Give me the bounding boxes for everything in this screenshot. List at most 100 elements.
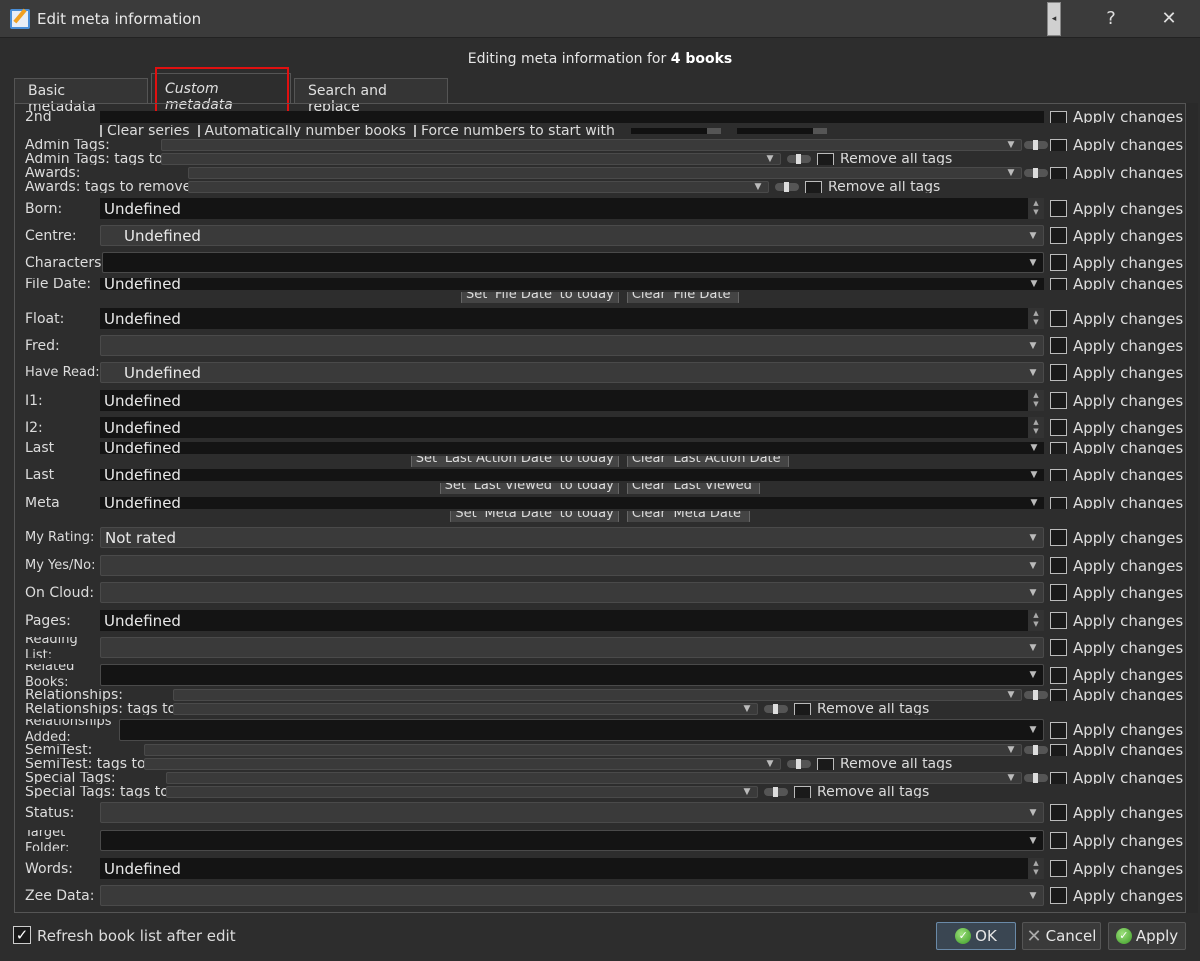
combo-box[interactable]: ▼: [100, 555, 1044, 576]
set-today-button[interactable]: Set 'File Date' to today: [460, 292, 619, 303]
chevron-down-icon[interactable]: ▼: [1001, 690, 1021, 700]
chevron-down-icon[interactable]: ▼: [1024, 278, 1044, 290]
chevron-down-icon[interactable]: ▼: [1023, 803, 1043, 822]
date-field[interactable]: Undefined ▼: [100, 442, 1044, 454]
toggle-icon[interactable]: [1024, 168, 1048, 178]
apply-changes[interactable]: Apply changes: [1050, 252, 1183, 273]
apply-changes[interactable]: Apply changes: [1050, 772, 1183, 784]
apply-changes[interactable]: Apply changes: [1050, 362, 1183, 383]
apply-changes[interactable]: Apply changes: [1050, 555, 1183, 576]
apply-changes-checkbox[interactable]: [1050, 364, 1067, 381]
remove-all-tags-checkbox[interactable]: [794, 786, 811, 798]
spin-box[interactable]: Undefined ▲ ▼: [100, 390, 1044, 411]
combo-box[interactable]: ▼: [188, 167, 1022, 179]
apply-changes[interactable]: Apply changes: [1050, 885, 1183, 906]
apply-changes[interactable]: Apply changes: [1050, 308, 1183, 329]
chevron-down-icon[interactable]: ▼: [1001, 745, 1021, 755]
increment-spin[interactable]: [736, 128, 827, 134]
chevron-down-icon[interactable]: ▼: [1001, 168, 1021, 178]
chevron-down-icon[interactable]: ▼: [1023, 336, 1043, 355]
combo-box[interactable]: ▼: [188, 181, 769, 193]
combo-box[interactable]: Not rated ▼: [100, 527, 1044, 548]
toggle-icon[interactable]: [775, 182, 799, 192]
chevron-down-icon[interactable]: ▼: [1023, 720, 1043, 740]
apply-changes[interactable]: Apply changes: [1050, 111, 1183, 123]
series-option[interactable]: Clear series: [100, 125, 190, 137]
chevron-down-icon[interactable]: ▼: [1023, 226, 1043, 245]
chevron-down-icon[interactable]: ▼: [1001, 773, 1021, 783]
apply-changes[interactable]: Apply changes: [1050, 689, 1183, 701]
toggle-icon[interactable]: [787, 759, 811, 769]
chevron-down-icon[interactable]: ▼: [760, 759, 780, 769]
apply-changes[interactable]: Apply changes: [1050, 390, 1183, 411]
chevron-down-icon[interactable]: ▼: [1023, 831, 1043, 850]
spin-arrows-icon[interactable]: ▲ ▼: [1028, 308, 1044, 329]
apply-changes-checkbox[interactable]: [1050, 419, 1067, 436]
apply-changes[interactable]: Apply changes: [1050, 637, 1183, 658]
remove-all-tags-checkbox[interactable]: [817, 153, 834, 165]
toggle-icon[interactable]: [1024, 745, 1048, 755]
chevron-down-icon[interactable]: ▼: [737, 704, 757, 714]
text-input[interactable]: ▼: [102, 252, 1044, 273]
combo-box[interactable]: ▼: [161, 139, 1022, 151]
series-checkbox[interactable]: [100, 125, 102, 137]
apply-changes[interactable]: Apply changes: [1050, 278, 1183, 290]
apply-changes-checkbox[interactable]: [1050, 832, 1067, 849]
spin-box[interactable]: Undefined ▲ ▼: [100, 610, 1044, 631]
tab-custom-metadata[interactable]: Custom metadata: [151, 73, 291, 113]
clear-date-button[interactable]: Clear 'Last Action Date': [626, 456, 790, 467]
combo-box[interactable]: ▼: [166, 772, 1022, 784]
apply-changes-checkbox[interactable]: [1050, 721, 1067, 739]
apply-changes-checkbox[interactable]: [1050, 744, 1067, 756]
apply-changes[interactable]: Apply changes: [1050, 527, 1183, 548]
apply-changes[interactable]: Apply changes: [1050, 167, 1183, 179]
remove-all-tags-checkbox[interactable]: [805, 181, 822, 193]
toggle-icon[interactable]: [787, 154, 811, 164]
apply-changes-checkbox[interactable]: [1050, 139, 1067, 151]
chevron-down-icon[interactable]: ▼: [1023, 528, 1043, 547]
chevron-down-icon[interactable]: ▼: [1023, 665, 1043, 685]
date-field[interactable]: Undefined ▼: [100, 278, 1044, 290]
apply-changes[interactable]: Apply changes: [1050, 442, 1183, 454]
set-today-button[interactable]: Set 'Meta Date' to today: [450, 511, 619, 522]
apply-changes-checkbox[interactable]: [1050, 860, 1067, 877]
chevron-down-icon[interactable]: ▼: [1023, 583, 1043, 602]
apply-button[interactable]: ✓ Apply: [1108, 922, 1186, 950]
close-button[interactable]: ✕: [1146, 0, 1192, 38]
apply-changes-checkbox[interactable]: [1050, 612, 1067, 629]
remove-all-tags-checkbox[interactable]: [794, 703, 811, 715]
start-number-spin[interactable]: [630, 128, 721, 134]
apply-changes-checkbox[interactable]: [1050, 111, 1067, 123]
combo-box[interactable]: ▼: [144, 758, 781, 770]
apply-changes-checkbox[interactable]: [1050, 310, 1067, 327]
apply-changes-checkbox[interactable]: [1050, 167, 1067, 179]
apply-changes-checkbox[interactable]: [1050, 584, 1067, 601]
spin-box[interactable]: Undefined ▲ ▼: [100, 308, 1044, 329]
combo-box[interactable]: ▼: [173, 703, 758, 715]
series-checkbox[interactable]: [413, 125, 416, 137]
help-button[interactable]: ?: [1088, 0, 1134, 38]
clear-date-button[interactable]: Clear 'Last Viewed': [626, 483, 761, 494]
apply-changes-checkbox[interactable]: [1050, 442, 1067, 454]
remove-all-tags[interactable]: Remove all tags: [805, 181, 940, 193]
clear-date-button[interactable]: Clear 'Meta Date': [626, 511, 750, 522]
combo-box[interactable]: ▼: [100, 582, 1044, 603]
chevron-down-icon[interactable]: ▼: [737, 787, 757, 797]
series-option[interactable]: Automatically number books: [197, 125, 406, 137]
apply-changes[interactable]: Apply changes: [1050, 664, 1183, 686]
combo-box[interactable]: ▼: [166, 786, 758, 798]
apply-changes-checkbox[interactable]: [1050, 469, 1067, 481]
text-input[interactable]: ▼: [100, 664, 1044, 686]
chevron-down-icon[interactable]: ▼: [1023, 886, 1043, 905]
apply-changes-checkbox[interactable]: [1050, 772, 1067, 784]
apply-changes-checkbox[interactable]: [1050, 529, 1067, 546]
series-option[interactable]: Force numbers to start with: [413, 125, 615, 137]
apply-changes[interactable]: Apply changes: [1050, 719, 1183, 741]
resize-handle[interactable]: ◂: [1047, 2, 1061, 36]
chevron-down-icon[interactable]: ▼: [1023, 363, 1043, 382]
apply-changes[interactable]: Apply changes: [1050, 582, 1183, 603]
apply-changes[interactable]: Apply changes: [1050, 858, 1183, 879]
chevron-down-icon[interactable]: ▼: [1024, 442, 1044, 454]
chevron-down-icon[interactable]: ▼: [1001, 140, 1021, 150]
text-input[interactable]: ▼: [100, 830, 1044, 851]
